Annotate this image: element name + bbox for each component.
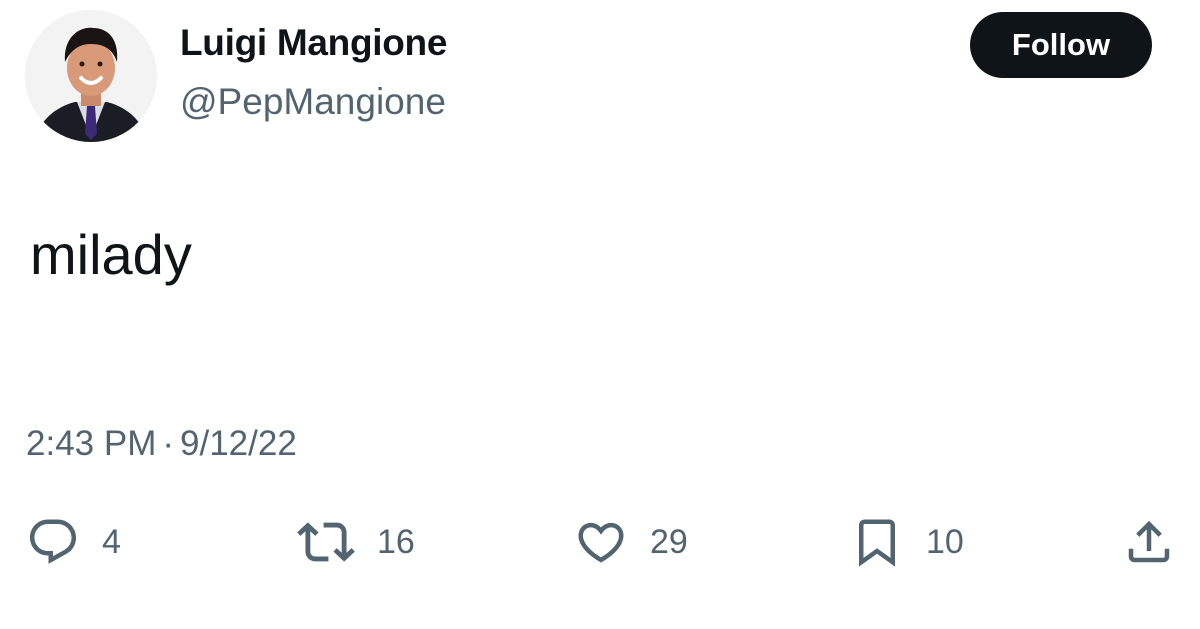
- author-handle[interactable]: @PepMangione: [180, 81, 446, 123]
- action-bar: 4 16 29 10: [0, 510, 1200, 574]
- follow-button[interactable]: Follow: [970, 12, 1152, 78]
- bookmark-button[interactable]: 10: [850, 510, 964, 574]
- share-button[interactable]: [1122, 510, 1176, 574]
- tweet-time[interactable]: 2:43 PM: [26, 424, 156, 463]
- reply-button[interactable]: 4: [26, 510, 121, 574]
- meta-separator: ·: [162, 424, 175, 463]
- bookmark-count: 10: [926, 522, 964, 561]
- author-name[interactable]: Luigi Mangione: [180, 22, 447, 64]
- like-button[interactable]: 29: [574, 510, 688, 574]
- like-count: 29: [650, 522, 688, 561]
- avatar[interactable]: [25, 10, 157, 142]
- tweet-text: milady: [30, 223, 192, 286]
- heart-icon: [574, 515, 628, 569]
- retweet-button[interactable]: 16: [297, 510, 415, 574]
- retweet-icon: [297, 513, 355, 571]
- share-icon: [1122, 515, 1176, 569]
- tweet-card: Luigi Mangione @PepMangione Follow milad…: [0, 0, 1200, 629]
- avatar-image: [25, 10, 157, 142]
- tweet-meta: 2:43 PM · 9/12/22: [26, 424, 297, 464]
- tweet-date[interactable]: 9/12/22: [180, 424, 297, 463]
- reply-icon: [26, 515, 80, 569]
- bookmark-icon: [850, 515, 904, 569]
- reply-count: 4: [102, 522, 121, 561]
- retweet-count: 16: [377, 522, 415, 561]
